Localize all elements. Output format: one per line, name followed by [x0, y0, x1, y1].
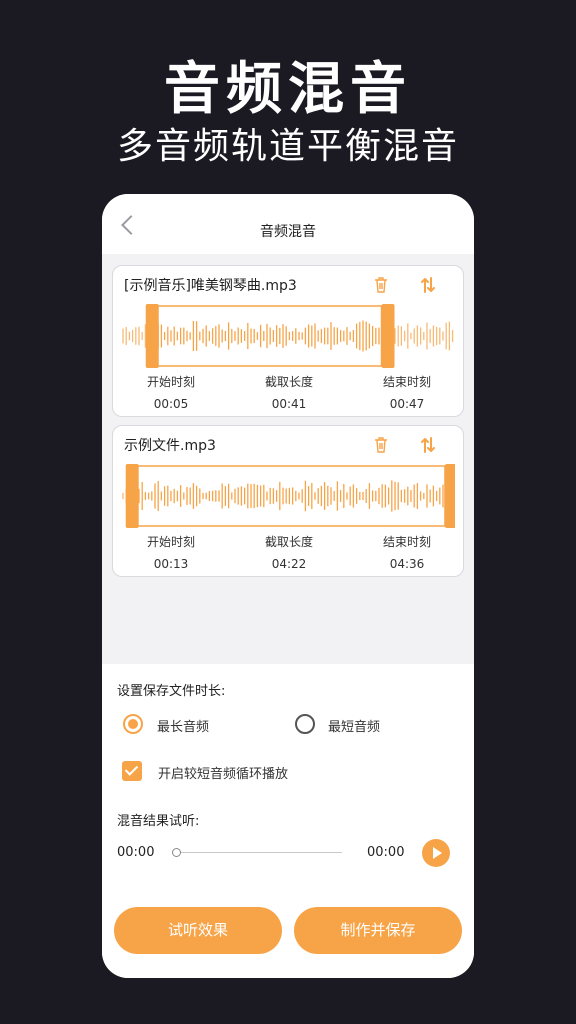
end-time-label: 结束时刻	[382, 535, 431, 549]
make-and-save-button[interactable]: 制作并保存	[294, 907, 462, 954]
track-filename: [示例音乐]唯美钢琴曲.mp3	[124, 278, 297, 294]
track-card-2: 示例文件.mp3 开始时刻 00:13 截取长度 04:22 结束时刻 04:3…	[112, 425, 464, 577]
loop-label[interactable]: 开启较短音频循环播放	[158, 763, 288, 782]
selection-end-handle[interactable]	[381, 304, 395, 368]
swap-icon[interactable]	[419, 276, 437, 294]
trash-icon[interactable]	[373, 276, 389, 294]
start-time-label: 开始时刻	[146, 375, 195, 389]
end-time-value: 00:47	[389, 397, 425, 411]
hero-title: 音频混音	[164, 57, 412, 122]
end-time-value: 04:36	[389, 557, 425, 571]
progress-track[interactable]	[177, 852, 342, 853]
preview-label: 混音结果试听:	[117, 814, 200, 829]
current-time: 00:00	[117, 845, 155, 860]
start-time-value: 00:05	[153, 397, 189, 411]
length-value: 00:41	[271, 397, 307, 411]
track-filename: 示例文件.mp3	[124, 438, 216, 454]
option-longest-label[interactable]: 最长音频	[157, 716, 209, 735]
settings-panel: 设置保存文件时长: 最长音频 最短音频 开启较短音频循环播放 混音结果试听: 0…	[102, 664, 474, 978]
selection-start-handle[interactable]	[125, 464, 139, 528]
nav-bar: 音频混音	[102, 194, 474, 254]
end-time-label: 结束时刻	[382, 375, 431, 389]
hero-subtitle: 多音频轨道平衡混音	[116, 126, 459, 167]
play-button[interactable]	[422, 839, 450, 867]
loop-checkbox[interactable]	[122, 761, 142, 781]
trash-icon[interactable]	[373, 436, 389, 454]
total-time: 00:00	[367, 845, 405, 860]
phone-screen: 音频混音 [示例音乐]唯美钢琴曲.mp3 开始时刻 00:05 截取长度 00:…	[102, 194, 474, 978]
waveform[interactable]	[121, 304, 455, 368]
length-value: 04:22	[271, 557, 307, 571]
selection-start-handle[interactable]	[145, 304, 159, 368]
start-time-value: 00:13	[153, 557, 189, 571]
progress-knob[interactable]	[172, 848, 181, 857]
start-time-label: 开始时刻	[146, 535, 195, 549]
radio-longest[interactable]	[123, 714, 143, 734]
length-label: 截取长度	[264, 535, 313, 549]
selection-end-handle[interactable]	[444, 464, 455, 528]
radio-shortest[interactable]	[295, 714, 315, 734]
option-shortest-label[interactable]: 最短音频	[328, 716, 380, 735]
waveform[interactable]	[121, 464, 455, 528]
swap-icon[interactable]	[419, 436, 437, 454]
preview-effect-button[interactable]: 试听效果	[114, 907, 282, 954]
page-title: 音频混音	[260, 224, 316, 240]
duration-setting-label: 设置保存文件时长:	[117, 684, 226, 699]
length-label: 截取长度	[264, 375, 313, 389]
track-card-1: [示例音乐]唯美钢琴曲.mp3 开始时刻 00:05 截取长度 00:41 结束…	[112, 265, 464, 417]
